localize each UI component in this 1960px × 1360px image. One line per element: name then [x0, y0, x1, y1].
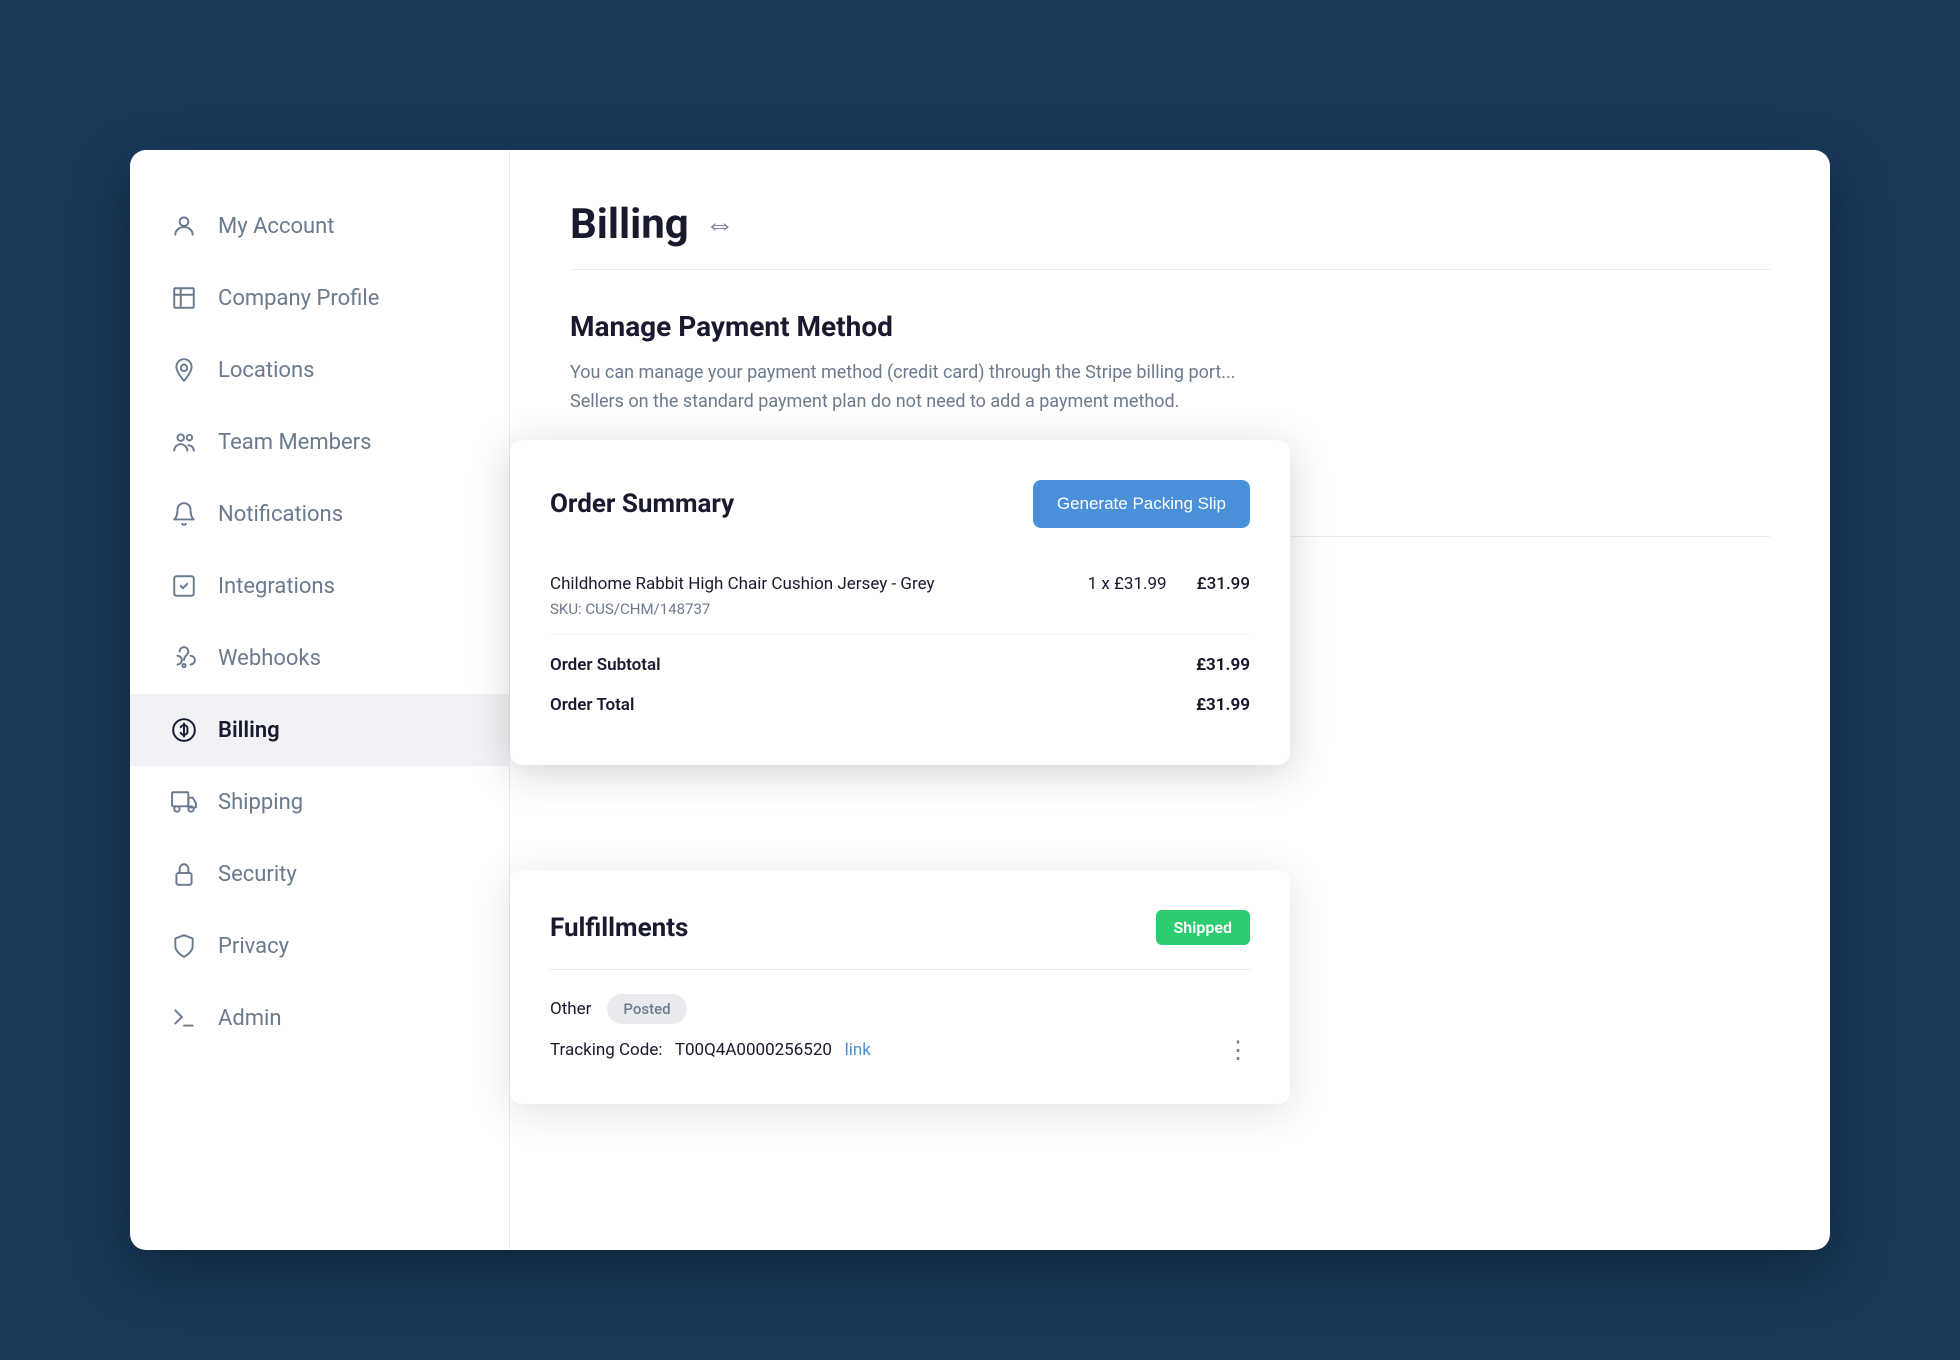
generate-packing-slip-button[interactable]: Generate Packing Slip — [1033, 480, 1250, 528]
dollar-icon — [170, 716, 198, 744]
sidebar-item-team-label: Team Members — [218, 430, 371, 455]
map-pin-icon — [170, 356, 198, 384]
tracking-row: Tracking Code: T00Q4A0000256520 link ⋮ — [550, 1036, 1250, 1064]
sidebar-item-security-label: Security — [218, 862, 297, 887]
link-icon: ⇔ — [705, 207, 735, 242]
truck-icon — [170, 788, 198, 816]
order-item-info: Childhome Rabbit High Chair Cushion Jers… — [550, 574, 1058, 618]
fulfillments-overlay: Fulfillments Shipped Other Posted Tracki… — [510, 870, 1290, 1104]
title-divider — [570, 269, 1770, 270]
order-item-row: Childhome Rabbit High Chair Cushion Jers… — [550, 558, 1250, 635]
sidebar-item-locations[interactable]: Locations — [130, 334, 509, 406]
fulfillments-title: Fulfillments — [550, 913, 688, 943]
user-icon — [170, 212, 198, 240]
sidebar-item-shipping-label: Shipping — [218, 790, 303, 815]
sidebar-item-webhooks-label: Webhooks — [218, 646, 321, 671]
sidebar-item-my-account[interactable]: My Account — [130, 190, 509, 262]
sidebar-item-integrations-label: Integrations — [218, 574, 335, 599]
sidebar-item-my-account-label: My Account — [218, 214, 334, 239]
order-subtotal-value: £31.99 — [1196, 655, 1250, 675]
sidebar-item-security[interactable]: Security — [130, 838, 509, 910]
tracking-link[interactable]: link — [845, 1040, 871, 1060]
tracking-code-value: T00Q4A0000256520 — [675, 1040, 832, 1060]
order-summary-overlay: Order Summary Generate Packing Slip Chil… — [510, 440, 1290, 765]
sidebar-item-notifications-label: Notifications — [218, 502, 343, 527]
sidebar-item-webhooks[interactable]: Webhooks — [130, 622, 509, 694]
order-overlay-header: Order Summary Generate Packing Slip — [550, 480, 1250, 528]
sidebar-item-admin-label: Admin — [218, 1006, 282, 1031]
tracking-label: Tracking Code: T00Q4A0000256520 link — [550, 1040, 871, 1060]
sidebar-item-privacy[interactable]: Privacy — [130, 910, 509, 982]
sidebar-item-notifications[interactable]: Notifications — [130, 478, 509, 550]
order-total-label: Order Total — [550, 695, 634, 715]
fulfillment-type: Other — [550, 999, 591, 1019]
lock-icon — [170, 860, 198, 888]
fulfillment-type-row: Other Posted — [550, 994, 1250, 1024]
manage-payment-desc: You can manage your payment method (cred… — [570, 359, 1270, 417]
sidebar-item-shipping[interactable]: Shipping — [130, 766, 509, 838]
manage-payment-title: Manage Payment Method — [570, 310, 1770, 343]
integrations-icon — [170, 572, 198, 600]
sidebar-item-billing-label: Billing — [218, 718, 280, 743]
fulfillment-divider — [550, 969, 1250, 970]
dots-menu-button[interactable]: ⋮ — [1226, 1036, 1250, 1064]
bell-icon — [170, 500, 198, 528]
sidebar-item-company-label: Company Profile — [218, 286, 379, 311]
sidebar-item-team-members[interactable]: Team Members — [130, 406, 509, 478]
webhook-icon — [170, 644, 198, 672]
fulfillments-header: Fulfillments Shipped — [550, 910, 1250, 945]
posted-badge: Posted — [607, 994, 686, 1024]
order-total-value: £31.99 — [1196, 695, 1250, 715]
shield-icon — [170, 932, 198, 960]
sidebar-item-admin[interactable]: Admin — [130, 982, 509, 1054]
order-total-row: Order Total £31.99 — [550, 685, 1250, 725]
users-icon — [170, 428, 198, 456]
tracking-code-label: Tracking Code: — [550, 1040, 662, 1060]
sidebar-item-company-profile[interactable]: Company Profile — [130, 262, 509, 334]
order-subtotal-row: Order Subtotal £31.99 — [550, 635, 1250, 685]
building-icon — [170, 284, 198, 312]
order-item-price: £31.99 — [1197, 574, 1250, 594]
order-item-name: Childhome Rabbit High Chair Cushion Jers… — [550, 574, 1058, 594]
order-item-sku: SKU: CUS/CHM/148737 — [550, 600, 1058, 618]
sidebar-item-billing[interactable]: Billing — [130, 694, 509, 766]
order-summary-title: Order Summary — [550, 489, 734, 519]
sidebar-item-privacy-label: Privacy — [218, 934, 289, 959]
sidebar: My Account Company Profile Locations Tea… — [130, 150, 510, 1250]
sidebar-item-locations-label: Locations — [218, 358, 314, 383]
sidebar-item-integrations[interactable]: Integrations — [130, 550, 509, 622]
shipped-badge: Shipped — [1156, 910, 1250, 945]
order-item-qty: 1 x £31.99 — [1088, 574, 1167, 594]
page-title-row: Billing ⇔ — [570, 200, 1770, 249]
order-subtotal-label: Order Subtotal — [550, 655, 661, 675]
page-title: Billing — [570, 200, 689, 249]
terminal-icon — [170, 1004, 198, 1032]
